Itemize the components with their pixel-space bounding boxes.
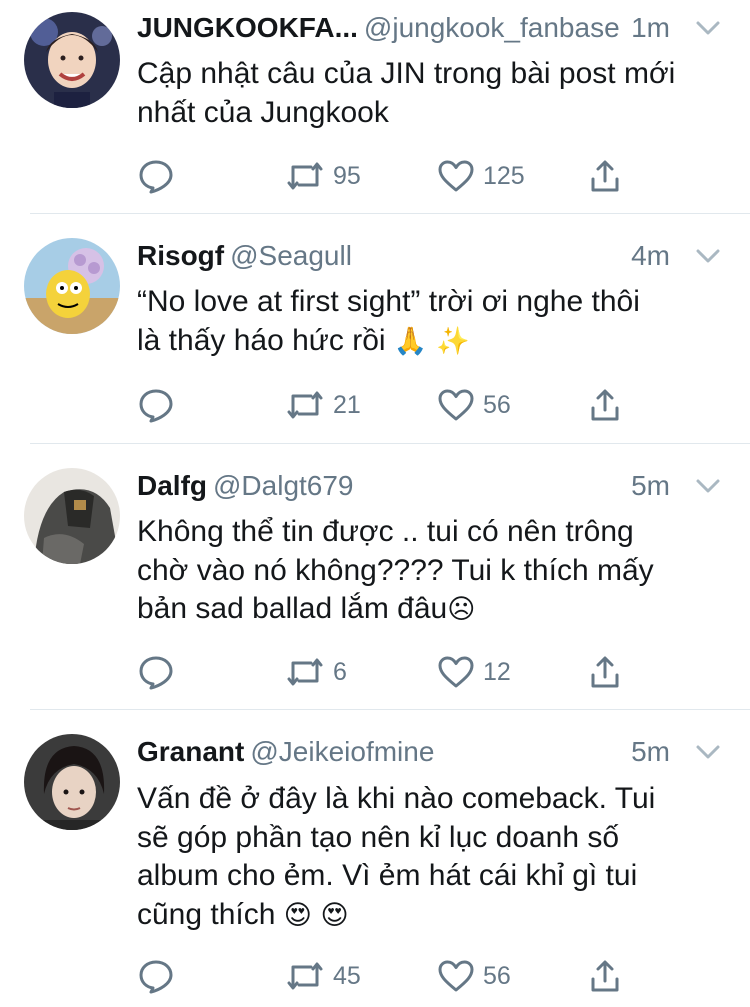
chevron-down-icon[interactable] <box>694 16 722 40</box>
avatar[interactable] <box>24 12 120 108</box>
tweet[interactable]: Dalfg @Dalgt679 5m Không thể tin được .. … <box>0 444 750 709</box>
share-icon <box>591 656 619 688</box>
tweet-text-line: Không thể tin được .. tui có nên trông <box>137 515 634 548</box>
retweet-button[interactable]: 21 <box>285 385 361 425</box>
timestamp[interactable]: 5m <box>631 732 670 772</box>
tweet-header: Risogf @Seagull 4m <box>137 236 722 276</box>
tweet-text-line: sẽ góp phần tạo nên kỉ lục doanh số <box>137 820 620 854</box>
timestamp[interactable]: 5m <box>631 466 670 506</box>
retweet-button[interactable]: 95 <box>285 156 361 196</box>
like-count: 56 <box>483 390 511 419</box>
share-button[interactable] <box>589 156 621 196</box>
tweet-text-line: là thấy háo hức rồi 🙏 ✨ <box>137 322 730 362</box>
tweet[interactable]: JUNGKOOKFA... @jungkook_fanbase 1m Cập nh… <box>0 0 750 213</box>
username[interactable]: @Dalgt679 <box>213 470 354 501</box>
chevron-down-icon[interactable] <box>694 474 722 498</box>
tweet-text-fragment: là thấy háo hức rồi <box>137 323 394 357</box>
display-name[interactable]: JUNGKOOKFA... <box>137 12 358 43</box>
tweet-text: Không thể tin được .. tui có nên trông c… <box>137 513 730 630</box>
tweet-text-line: Vấn đề ở đây là khi nào comeback. Tui <box>137 782 656 815</box>
retweet-icon <box>287 162 323 190</box>
tweet-actions: 21 56 <box>137 385 637 425</box>
avatar[interactable] <box>24 238 120 334</box>
avatar[interactable] <box>24 468 120 564</box>
username[interactable]: @Jeikeiofmine <box>250 736 434 767</box>
like-button[interactable]: 125 <box>437 156 525 196</box>
reply-icon <box>139 389 173 423</box>
tweet-header: JUNGKOOKFA... @jungkook_fanbase 1m <box>137 8 722 48</box>
tweet-text-fragment: bản sad ballad lắm đâu <box>137 592 448 625</box>
heart-icon <box>438 656 474 688</box>
retweet-button[interactable]: 45 <box>285 956 361 996</box>
tweet-text-line: cũng thích 😍 😍 <box>137 896 730 936</box>
tweet-actions: 45 56 <box>137 956 637 996</box>
retweet-icon <box>287 391 323 419</box>
display-name[interactable]: Risogf <box>137 240 224 271</box>
tweet[interactable]: Risogf @Seagull 4m “No love at first sigh… <box>0 214 750 443</box>
username[interactable]: @jungkook_fanbase <box>364 12 620 43</box>
chevron-down-icon[interactable] <box>694 244 722 268</box>
tweet-text-line: album cho ẻm. Vì ẻm hát cái khỉ gì tui <box>137 859 638 892</box>
share-icon <box>591 960 619 992</box>
tweet-header: Granant @Jeikeiofmine 5m <box>137 732 722 772</box>
chevron-down-icon[interactable] <box>694 740 722 764</box>
share-icon <box>591 389 619 421</box>
timestamp[interactable]: 4m <box>631 236 670 276</box>
like-count: 125 <box>483 161 525 190</box>
tweet-text: Cập nhật câu của JIN trong bài post mới … <box>137 55 730 132</box>
reply-icon <box>139 656 173 690</box>
like-count: 56 <box>483 961 511 990</box>
heart-icon <box>438 389 474 421</box>
tweet-actions: 95 125 <box>137 156 637 196</box>
share-button[interactable] <box>589 652 621 692</box>
tweet-text-line: “No love at first sight” trời ơi nghe th… <box>137 285 640 318</box>
share-icon <box>591 160 619 192</box>
tweet-header: Dalfg @Dalgt679 5m <box>137 466 722 506</box>
like-button[interactable]: 56 <box>437 385 511 425</box>
like-button[interactable]: 12 <box>437 652 511 692</box>
like-count: 12 <box>483 657 511 686</box>
heart-icon <box>438 960 474 992</box>
tweet-text: “No love at first sight” trời ơi nghe th… <box>137 283 730 361</box>
timestamp[interactable]: 1m <box>631 8 670 48</box>
username[interactable]: @Seagull <box>230 240 352 271</box>
tweet-actions: 6 12 <box>137 652 637 692</box>
retweet-count: 21 <box>333 390 361 419</box>
retweet-count: 6 <box>333 657 347 686</box>
tweet-text-line: nhất của Jungkook <box>137 95 389 129</box>
display-name[interactable]: Granant <box>137 736 244 767</box>
retweet-icon <box>287 658 323 686</box>
emoji: ☹ <box>447 594 476 625</box>
heart-icon <box>438 160 474 192</box>
avatar[interactable] <box>24 734 120 830</box>
reply-button[interactable] <box>137 156 175 196</box>
share-button[interactable] <box>589 385 621 425</box>
emoji: 🙏 ✨ <box>393 325 470 357</box>
reply-button[interactable] <box>137 652 175 692</box>
reply-button[interactable] <box>137 956 175 996</box>
tweet-text-line: bản sad ballad lắm đâu☹ <box>137 590 730 630</box>
retweet-button[interactable]: 6 <box>285 652 347 692</box>
reply-button[interactable] <box>137 385 175 425</box>
share-button[interactable] <box>589 956 621 996</box>
reply-icon <box>139 960 173 994</box>
emoji: 😍 😍 <box>283 899 349 931</box>
tweet-text: Vấn đề ở đây là khi nào comeback. Tui sẽ… <box>137 780 730 935</box>
reply-icon <box>139 160 173 194</box>
tweet-text-line: chờ vào nó không???? Tui k thích mấy <box>137 553 654 587</box>
retweet-count: 45 <box>333 961 361 990</box>
retweet-icon <box>287 962 323 990</box>
tweet[interactable]: Granant @Jeikeiofmine 5m Vấn đề ở đây là … <box>0 710 750 1007</box>
like-button[interactable]: 56 <box>437 956 511 996</box>
display-name[interactable]: Dalfg <box>137 470 207 501</box>
tweet-text-line: Cập nhật câu của JIN trong bài post mới <box>137 57 676 90</box>
tweet-text-fragment: cũng thích <box>137 897 284 931</box>
retweet-count: 95 <box>333 161 361 190</box>
